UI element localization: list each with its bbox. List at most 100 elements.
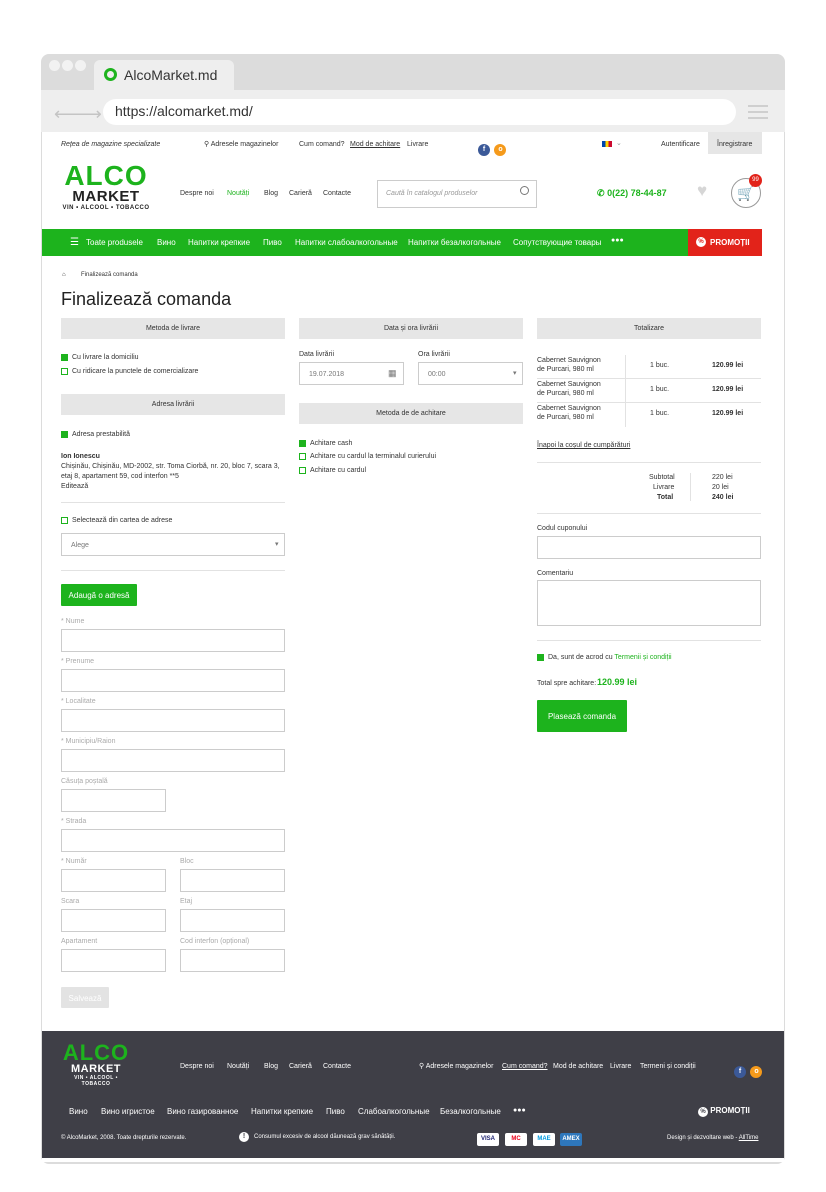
- register-button[interactable]: Înregistrare: [708, 132, 762, 154]
- facebook-icon[interactable]: f: [478, 144, 490, 156]
- footer-nav-contacts[interactable]: Contacte: [323, 1063, 351, 1070]
- address-book-checkbox[interactable]: [61, 517, 68, 524]
- address-book-select[interactable]: Alege ▾: [61, 533, 285, 556]
- date-input[interactable]: 19.07.2018 ▦: [299, 362, 404, 385]
- back-to-cart-link[interactable]: Înapoi la coșul de cumpărături: [537, 442, 630, 449]
- design-link[interactable]: AllTime: [739, 1135, 759, 1141]
- edit-address-link[interactable]: Editează: [61, 483, 88, 490]
- search-input[interactable]: Caută în catalogul produselor: [377, 180, 537, 208]
- last-name-input[interactable]: [61, 669, 285, 692]
- menu-item-beer[interactable]: Пиво: [263, 238, 282, 247]
- forward-arrow-icon[interactable]: ⟶: [76, 104, 102, 125]
- default-address-label[interactable]: Adresa prestabilită: [72, 431, 130, 438]
- breadcrumb[interactable]: Finalizează comanda: [81, 272, 138, 278]
- place-order-button[interactable]: Plasează comanda: [537, 700, 627, 732]
- search-icon[interactable]: [520, 186, 529, 195]
- odnoklassniki-icon[interactable]: o: [750, 1066, 763, 1078]
- payment-cash-checkbox[interactable]: [299, 440, 306, 447]
- footer-cat-carbonated[interactable]: Вино газированное: [167, 1107, 238, 1116]
- intercom-input[interactable]: [180, 949, 285, 972]
- footer-cat-strong[interactable]: Напитки крепкие: [251, 1107, 313, 1116]
- calendar-icon[interactable]: ▦: [388, 368, 397, 379]
- menu-all-products[interactable]: Toate produsele: [86, 238, 143, 247]
- nav-news[interactable]: Noutăți: [227, 190, 249, 197]
- address-book-label[interactable]: Selectează din cartea de adrese: [72, 517, 172, 524]
- payment-card-label[interactable]: Achitare cu cardul: [310, 467, 366, 474]
- footer-promo[interactable]: % PROMOȚII: [698, 1106, 750, 1117]
- comment-textarea[interactable]: [537, 580, 761, 626]
- delivery-home-checkbox[interactable]: [61, 354, 68, 361]
- maximize-dot[interactable]: [75, 60, 86, 71]
- footer-link-how[interactable]: Cum comand?: [502, 1063, 548, 1070]
- logo[interactable]: ALCO MARKET VIN • ALCOOL • TOBACCO: [62, 160, 150, 211]
- footer-link-payment[interactable]: Mod de achitare: [553, 1063, 603, 1070]
- payment-cash-label[interactable]: Achitare cash: [310, 440, 352, 447]
- phone-number[interactable]: ✆ 0(22) 78-44-87: [597, 188, 667, 199]
- stores-link[interactable]: ⚲ Adresele magazinelor: [204, 140, 278, 148]
- coupon-input[interactable]: [537, 536, 761, 559]
- first-name-input[interactable]: [61, 629, 285, 652]
- number-input[interactable]: [61, 869, 166, 892]
- delivery-home-label[interactable]: Cu livrare la domiciliu: [72, 354, 139, 361]
- add-address-button[interactable]: Adaugă o adresă: [61, 584, 137, 606]
- odnoklassniki-icon[interactable]: o: [494, 144, 507, 156]
- footer-cat-beer[interactable]: Пиво: [326, 1107, 345, 1116]
- browser-tab[interactable]: AlcoMarket.md: [94, 60, 234, 90]
- footer-stores-link[interactable]: ⚲ Adresele magazinelor: [419, 1062, 493, 1070]
- block-input[interactable]: [180, 869, 285, 892]
- browser-menu-icon[interactable]: [748, 105, 768, 123]
- nav-contacts[interactable]: Contacte: [323, 190, 351, 197]
- apartment-input[interactable]: [61, 949, 166, 972]
- topbar-link-how[interactable]: Cum comand?: [299, 141, 345, 148]
- time-select[interactable]: 00:00 ▾: [418, 362, 523, 385]
- menu-more[interactable]: ●●●: [611, 237, 624, 244]
- close-dot[interactable]: [49, 60, 60, 71]
- menu-item-strong[interactable]: Напитки крепкие: [188, 238, 250, 247]
- topbar-link-delivery[interactable]: Livrare: [407, 141, 428, 148]
- footer-nav-career[interactable]: Carieră: [289, 1063, 312, 1070]
- stair-input[interactable]: [61, 909, 166, 932]
- minimize-dot[interactable]: [62, 60, 73, 71]
- footer-logo[interactable]: ALCO MARKET VIN • ALCOOL • TOBACCO: [62, 1040, 130, 1087]
- topbar-link-payment[interactable]: Mod de achitare: [350, 141, 400, 148]
- chevron-down-icon[interactable]: ⌄: [616, 139, 622, 147]
- flag-icon[interactable]: [602, 141, 612, 147]
- nav-career[interactable]: Carieră: [289, 190, 312, 197]
- payment-terminal-checkbox[interactable]: [299, 453, 306, 460]
- heart-icon[interactable]: ♥: [697, 181, 707, 201]
- facebook-icon[interactable]: f: [734, 1066, 746, 1078]
- locality-select[interactable]: [61, 709, 285, 732]
- menu-item-wine[interactable]: Вино: [157, 238, 176, 247]
- terms-link[interactable]: Termenii și condiții: [614, 654, 671, 661]
- footer-more[interactable]: ●●●: [513, 1107, 526, 1114]
- menu-item-accessories[interactable]: Сопутствующие товары: [513, 238, 601, 247]
- terms-checkbox[interactable]: [537, 654, 544, 661]
- payment-card-checkbox[interactable]: [299, 467, 306, 474]
- street-input[interactable]: [61, 829, 285, 852]
- nav-blog[interactable]: Blog: [264, 190, 278, 197]
- default-address-checkbox[interactable]: [61, 431, 68, 438]
- delivery-pickup-checkbox[interactable]: [61, 368, 68, 375]
- footer-cat-low-alcohol[interactable]: Слабоалкогольные: [358, 1107, 430, 1116]
- footer-nav-blog[interactable]: Blog: [264, 1063, 278, 1070]
- nav-about[interactable]: Despre noi: [180, 190, 214, 197]
- promo-button[interactable]: % PROMOȚII: [688, 229, 762, 256]
- municipality-select[interactable]: [61, 749, 285, 772]
- footer-nav-news[interactable]: Noutăți: [227, 1063, 249, 1070]
- postbox-input[interactable]: [61, 789, 166, 812]
- footer-nav-about[interactable]: Despre noi: [180, 1063, 214, 1070]
- home-icon[interactable]: ⌂: [62, 272, 66, 278]
- delivery-pickup-label[interactable]: Cu ridicare la punctele de comercializar…: [72, 368, 198, 375]
- url-bar[interactable]: https://alcomarket.md/: [103, 99, 736, 125]
- menu-item-low-alcohol[interactable]: Напитки слабоалкогольные: [295, 238, 398, 247]
- footer-cat-wine[interactable]: Вино: [69, 1107, 88, 1116]
- save-address-button[interactable]: Salvează: [61, 987, 109, 1008]
- footer-link-delivery[interactable]: Livrare: [610, 1063, 631, 1070]
- hamburger-icon[interactable]: ☰: [70, 237, 79, 248]
- footer-link-terms[interactable]: Termeni și condiții: [640, 1063, 696, 1070]
- floor-input[interactable]: [180, 909, 285, 932]
- payment-terminal-label[interactable]: Achitare cu cardul la terminalul curieru…: [310, 453, 436, 460]
- login-link[interactable]: Autentificare: [661, 141, 700, 148]
- footer-cat-sparkling[interactable]: Вино игристое: [101, 1107, 155, 1116]
- footer-cat-non-alcohol[interactable]: Безалкогольные: [440, 1107, 501, 1116]
